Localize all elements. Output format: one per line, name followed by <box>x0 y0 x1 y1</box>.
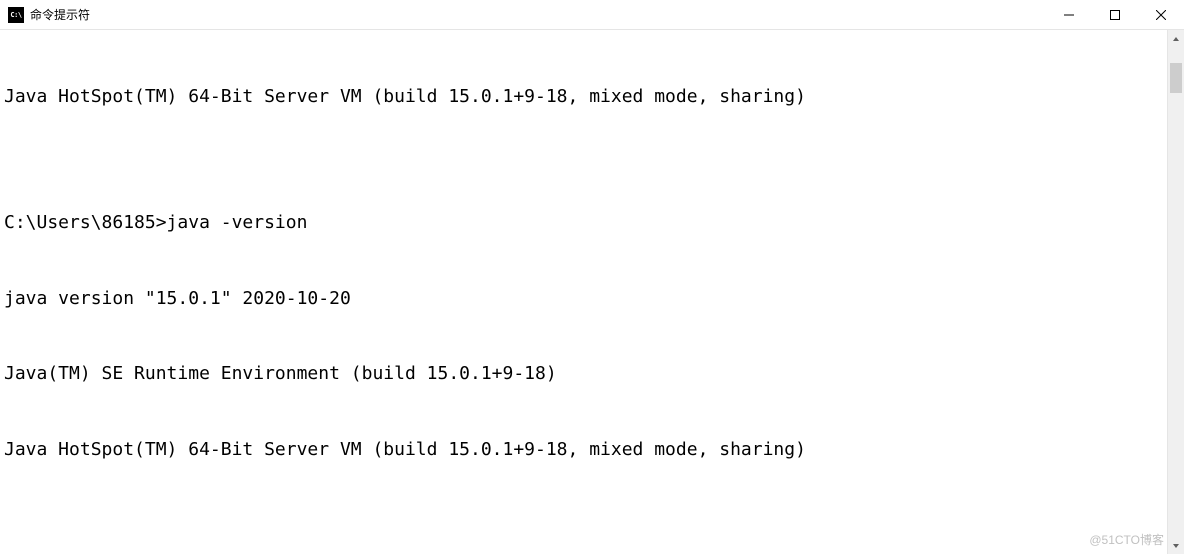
scrollbar[interactable] <box>1167 30 1184 554</box>
watermark: @51CTO博客 <box>1089 531 1164 548</box>
terminal-output[interactable]: Java HotSpot(TM) 64-Bit Server VM (build… <box>0 30 1167 554</box>
cmd-icon: C:\ <box>8 7 24 23</box>
output-line: Java HotSpot(TM) 64-Bit Server VM (build… <box>4 84 1167 109</box>
window-controls <box>1046 0 1184 29</box>
scroll-up-arrow-icon[interactable] <box>1168 30 1184 47</box>
output-line: C:\Users\86185>java -version <box>4 210 1167 235</box>
titlebar: C:\ 命令提示符 <box>0 0 1184 30</box>
window-title: 命令提示符 <box>30 6 90 23</box>
maximize-button[interactable] <box>1092 0 1138 29</box>
close-button[interactable] <box>1138 0 1184 29</box>
scroll-thumb[interactable] <box>1170 63 1182 93</box>
titlebar-left: C:\ 命令提示符 <box>8 6 90 23</box>
output-line: Java(TM) SE Runtime Environment (build 1… <box>4 361 1167 386</box>
minimize-button[interactable] <box>1046 0 1092 29</box>
output-line: java version "15.0.1" 2020-10-20 <box>4 286 1167 311</box>
output-line: Java HotSpot(TM) 64-Bit Server VM (build… <box>4 437 1167 462</box>
terminal-wrapper: Java HotSpot(TM) 64-Bit Server VM (build… <box>0 30 1184 554</box>
scroll-down-arrow-icon[interactable] <box>1168 537 1184 554</box>
